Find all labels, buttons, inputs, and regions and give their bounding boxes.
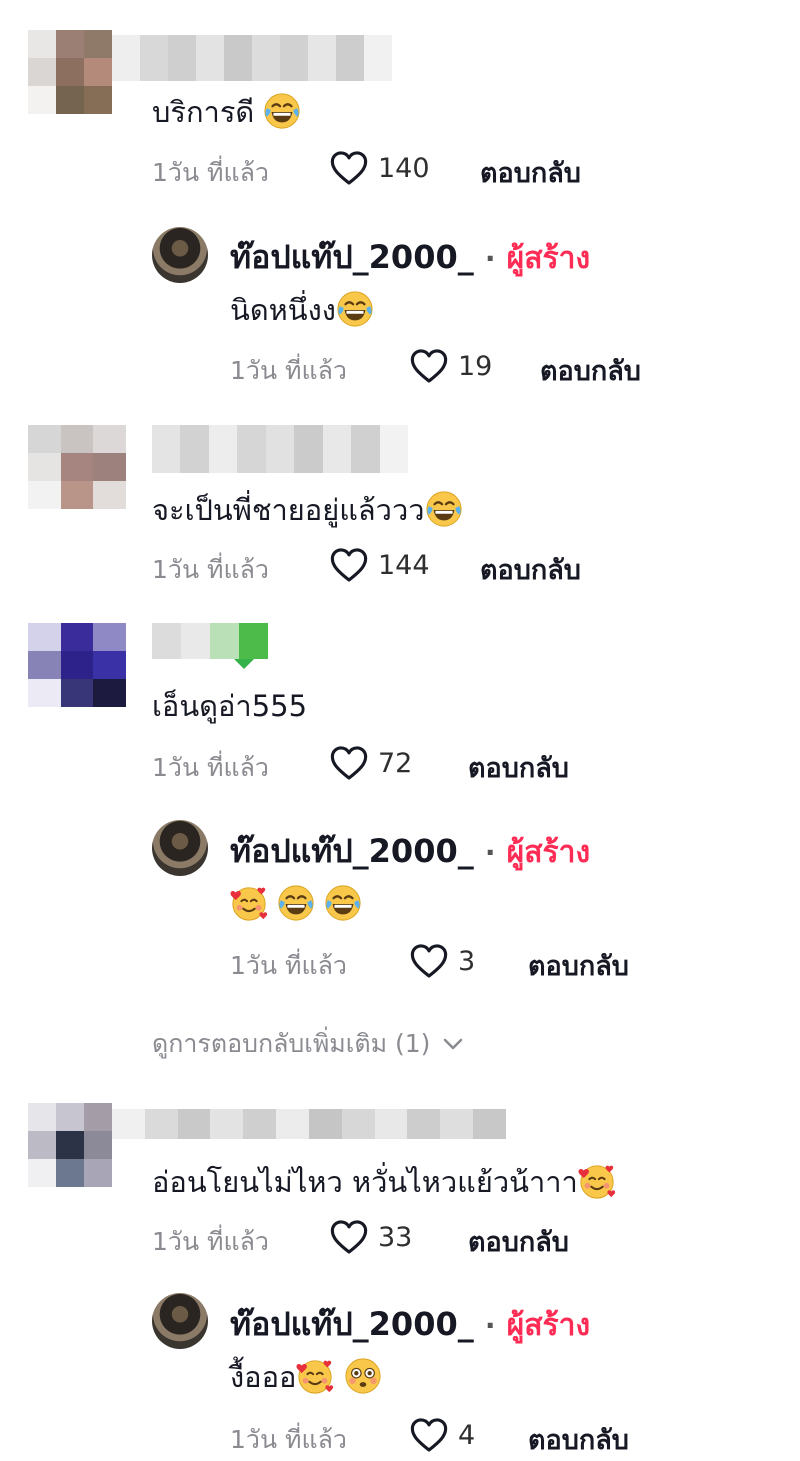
reply-text: [230, 884, 362, 922]
like-button[interactable]: 3: [410, 943, 475, 979]
reply-time: 1วัน ที่แล้ว: [230, 951, 347, 980]
reply-button[interactable]: ตอบกลับ: [528, 944, 629, 987]
view-more-replies-button[interactable]: ดูการตอบกลับเพิ่มเติม (1): [152, 1024, 464, 1064]
reply-button[interactable]: ตอบกลับ: [528, 1418, 629, 1461]
username[interactable]: ท๊อปแท๊ป_2000_: [230, 1305, 474, 1343]
laugh-cry-emoji: [277, 884, 315, 922]
like-count: 3: [458, 945, 476, 977]
heart-icon: [330, 150, 368, 186]
laugh-cry-emoji: [336, 290, 374, 328]
reply-button[interactable]: ตอบกลับ: [480, 548, 581, 591]
laugh-cry-emoji: [263, 92, 301, 130]
reply-button[interactable]: ตอบกลับ: [540, 349, 641, 392]
reply-time: 1วัน ที่แล้ว: [230, 356, 347, 385]
heart-icon: [410, 943, 448, 979]
creator-badge: ผู้สร้าง: [506, 241, 591, 276]
comment-text: บริการดี: [152, 92, 301, 130]
username-blurred[interactable]: [112, 1109, 506, 1139]
comment-text: เอ็นดูอ่า555: [152, 689, 308, 723]
laugh-cry-emoji: [425, 490, 463, 528]
creator-badge: ผู้สร้าง: [506, 1308, 591, 1343]
like-button[interactable]: 33: [330, 1219, 412, 1255]
like-button[interactable]: 144: [330, 547, 430, 583]
heart-icon: [330, 547, 368, 583]
separator-dot: ·: [484, 242, 496, 275]
reply-button[interactable]: ตอบกลับ: [480, 151, 581, 194]
comment-text: จะเป็นพี่ชายอยู่แล้ววว: [152, 490, 463, 528]
username[interactable]: ท๊อปแท๊ป_2000_: [230, 238, 474, 276]
flushed-face-emoji: [344, 1357, 382, 1395]
reply-button[interactable]: ตอบกลับ: [468, 746, 569, 789]
avatar[interactable]: [152, 227, 208, 283]
comment-time: 1วัน ที่แล้ว: [152, 1227, 269, 1256]
username-blurred[interactable]: [152, 623, 268, 659]
verified-badge-icon: [232, 656, 256, 670]
reply-text: นิดหนึ่งง: [230, 290, 374, 328]
comment-text: อ่อนโยนไม่ไหว หวั่นไหวแย้วน้าาา: [152, 1162, 616, 1200]
hearts-face-emoji: [578, 1162, 616, 1200]
like-count: 144: [378, 549, 430, 581]
heart-icon: [410, 1417, 448, 1453]
avatar[interactable]: [28, 623, 126, 707]
reply-header: ท๊อปแท๊ป_2000_ · ผู้สร้าง: [230, 832, 590, 872]
avatar[interactable]: [152, 1293, 208, 1349]
like-count: 72: [378, 747, 413, 779]
comment-time: 1วัน ที่แล้ว: [152, 753, 269, 782]
like-button[interactable]: 72: [330, 745, 412, 781]
like-count: 19: [458, 350, 493, 382]
reply-time: 1วัน ที่แล้ว: [230, 1425, 347, 1454]
like-count: 140: [378, 152, 430, 184]
comment-time: 1วัน ที่แล้ว: [152, 158, 269, 187]
chevron-down-icon: [444, 1038, 463, 1050]
username-blurred[interactable]: [112, 35, 392, 81]
avatar[interactable]: [152, 820, 208, 876]
separator-dot: ·: [484, 836, 496, 869]
like-count: 4: [458, 1419, 476, 1451]
username-blurred[interactable]: [152, 425, 408, 473]
reply-button[interactable]: ตอบกลับ: [468, 1220, 569, 1263]
heart-icon: [330, 745, 368, 781]
like-count: 33: [378, 1221, 413, 1253]
avatar[interactable]: [28, 425, 126, 509]
comment-time: 1วัน ที่แล้ว: [152, 555, 269, 584]
like-button[interactable]: 140: [330, 150, 430, 186]
reply-text: งื้อออ: [230, 1357, 382, 1395]
creator-badge: ผู้สร้าง: [506, 835, 591, 870]
reply-header: ท๊อปแท๊ป_2000_ · ผู้สร้าง: [230, 238, 590, 278]
laugh-cry-emoji: [324, 884, 362, 922]
heart-icon: [330, 1219, 368, 1255]
avatar[interactable]: [28, 1103, 112, 1187]
heart-icon: [410, 348, 448, 384]
like-button[interactable]: 4: [410, 1417, 475, 1453]
like-button[interactable]: 19: [410, 348, 492, 384]
avatar[interactable]: [28, 30, 112, 114]
hearts-face-emoji: [296, 1357, 334, 1395]
reply-header: ท๊อปแท๊ป_2000_ · ผู้สร้าง: [230, 1305, 590, 1345]
username[interactable]: ท๊อปแท๊ป_2000_: [230, 832, 474, 870]
hearts-face-emoji: [230, 884, 268, 922]
separator-dot: ·: [484, 1309, 496, 1342]
